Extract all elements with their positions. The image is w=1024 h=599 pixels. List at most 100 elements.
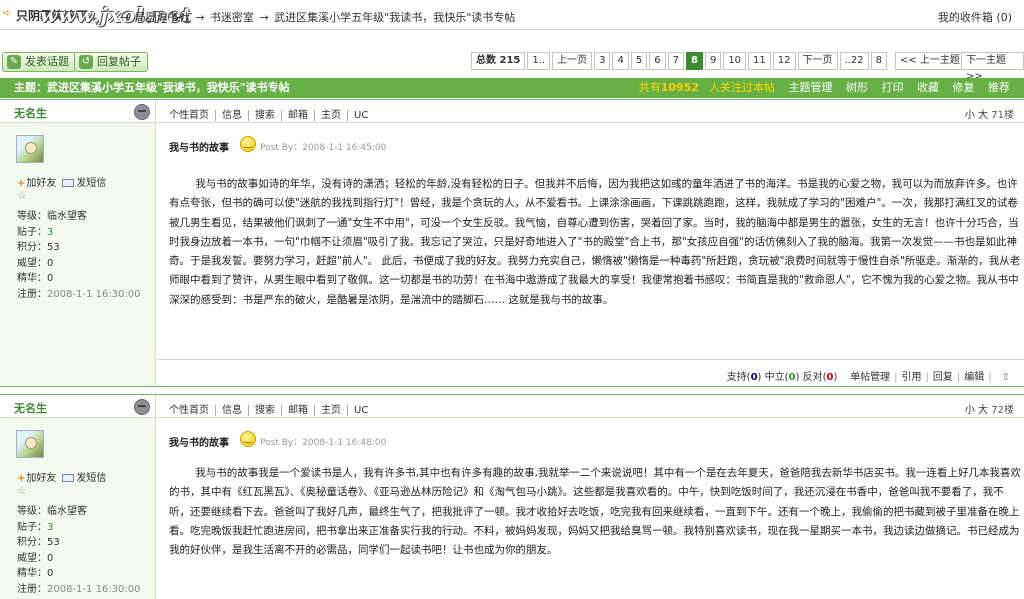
- font-size-toggle[interactable]: 小 大: [965, 401, 988, 416]
- send-message-link[interactable]: 发短信: [76, 178, 106, 189]
- reply-button[interactable]: ↺ 回复帖子: [74, 52, 148, 72]
- add-friend-link[interactable]: 加好友: [26, 473, 56, 484]
- pagination-item[interactable]: 8: [685, 52, 703, 70]
- smiley-icon: [240, 431, 256, 447]
- floor-number: 71楼: [991, 110, 1014, 121]
- post-content: 个性首页信息搜索邮箱主页UC 小 大 72楼 我与书的故事 Post By：20…: [157, 395, 1024, 599]
- breadcrumb: → 局圆淳书社 → 书迷密室 → 武进区集溪小学五年级"我读书，我快乐"读书专帖: [120, 9, 517, 25]
- pagination-item[interactable]: 9: [704, 52, 722, 70]
- next-topic-button[interactable]: 下一主题 >>: [961, 52, 1024, 82]
- breadcrumb-sep: →: [120, 11, 130, 24]
- print-link[interactable]: 打印: [882, 81, 904, 94]
- mailbox-link[interactable]: 邮箱: [282, 110, 315, 121]
- star-icon: ☆: [17, 189, 27, 202]
- author-posts-value: 3: [47, 226, 54, 238]
- pagination-item[interactable]: 3: [594, 52, 611, 70]
- neutral-label: 中立: [764, 372, 785, 383]
- pagination-item[interactable]: 下一页: [797, 52, 838, 70]
- profile-home-link[interactable]: 个性首页: [169, 405, 216, 416]
- new-topic-button[interactable]: ✎ 发表话题: [2, 52, 76, 72]
- author-points: 积分：53: [17, 537, 60, 548]
- pagination-item[interactable]: 1..: [527, 52, 551, 70]
- pagination-item[interactable]: 12: [772, 52, 796, 70]
- viewer-number: 10952: [660, 81, 699, 94]
- quote-link[interactable]: 引用: [901, 372, 921, 383]
- reply-link[interactable]: 回复: [933, 372, 953, 383]
- author-level: 等级：临水望客: [17, 506, 87, 517]
- oppose-link[interactable]: 反对(0): [803, 372, 838, 383]
- user-ops: 个性首页 信息 搜索 邮箱 主页 UC: [169, 106, 374, 121]
- post-body: 我与书的故事我是一个爱读书是人，我有许多书,其中也有许多有趣的故事,我就举一二个…: [169, 467, 1021, 557]
- recommend-link[interactable]: 推荐: [988, 81, 1010, 94]
- post-manage-link[interactable]: 单帖管理: [850, 372, 890, 383]
- neutral-count: 0: [788, 372, 796, 383]
- uc-link[interactable]: UC: [348, 405, 374, 416]
- repair-link[interactable]: 修复: [953, 81, 975, 94]
- author-panel: 无名生 +加好友 发短信 ☆ 等级：临水望客 贴子：3 积分：53 威望：0 精华…: [0, 395, 156, 599]
- mail-icon: [62, 474, 75, 482]
- author-stats: 等级：临水望客 贴子：3 积分：53 威望：0 精华：0 注册：2008-1-1…: [17, 209, 140, 302]
- viewer-count: 共有10952 人关注过本帖: [629, 81, 775, 94]
- post-72: 无名生 +加好友 发短信 ☆ 等级：临水望客 贴子：3 积分：53 威望：0 精华…: [0, 394, 1024, 599]
- pagination-item[interactable]: 6: [649, 52, 666, 70]
- back-to-top-icon[interactable]: ⇧: [1002, 372, 1010, 383]
- pagination-item[interactable]: ..22: [839, 52, 869, 70]
- author-name[interactable]: 无名生: [14, 105, 47, 121]
- plus-icon: +: [17, 178, 26, 189]
- author-prestige: 威望：0: [17, 552, 54, 564]
- vote-bar: 支持(0) 中立(0) 反对(0) 单帖管理 | 引用 | 回复 | 编辑 | ⇧: [727, 368, 1010, 383]
- topic-manage-link[interactable]: 主题管理: [789, 81, 833, 94]
- pagination-item[interactable]: 8: [870, 52, 887, 70]
- prev-topic-button[interactable]: << 上一主题: [895, 52, 965, 70]
- breadcrumb-item-forum[interactable]: 局圆淳书社: [135, 11, 190, 24]
- inbox-link[interactable]: 我的收件箱 (0): [938, 9, 1012, 25]
- info-link[interactable]: 信息: [216, 110, 249, 121]
- post-meta: Post By：2008-1-1 16:45:00: [260, 143, 387, 153]
- send-message-link[interactable]: 发短信: [76, 473, 106, 484]
- author-prestige: 威望：0: [17, 257, 54, 269]
- support-link[interactable]: 支持(0): [727, 372, 762, 383]
- pagination-item[interactable]: 5: [630, 52, 648, 70]
- pagination-item[interactable]: 7: [667, 52, 684, 70]
- pagination-item[interactable]: 11: [748, 52, 771, 70]
- profile-home-link[interactable]: 个性首页: [169, 110, 216, 121]
- post-title: 我与书的故事: [169, 143, 229, 154]
- search-link[interactable]: 搜索: [249, 110, 282, 121]
- tree-view-link[interactable]: 树形: [846, 81, 868, 94]
- offline-status-icon: [134, 399, 150, 415]
- author-registered-value: 2008-1-1 16:30:00: [47, 583, 141, 595]
- post-content: 个性首页信息搜索邮箱主页UC 小 大 71楼 我与书的故事 Post By：20…: [157, 100, 1024, 386]
- font-size-toggle[interactable]: 小 大: [965, 106, 988, 121]
- uc-link[interactable]: UC: [348, 110, 374, 121]
- author-registered-label: 注册：: [17, 288, 47, 300]
- author-name[interactable]: 无名生: [14, 400, 47, 416]
- neutral-link[interactable]: 中立(0): [765, 372, 800, 383]
- search-link[interactable]: 搜索: [249, 405, 282, 416]
- author-stats: 等级：临水望客 贴子：3 积分：53 威望：0 精华：0 注册：2008-1-1…: [17, 504, 140, 597]
- pagination-item[interactable]: 4: [612, 52, 629, 70]
- viewer-suffix: 人关注过本帖: [709, 81, 775, 94]
- info-link[interactable]: 信息: [216, 405, 249, 416]
- author-registered: 注册：2008-1-1 16:30:00: [17, 287, 140, 303]
- homepage-link[interactable]: 主页: [315, 405, 348, 416]
- homepage-link[interactable]: 主页: [315, 110, 348, 121]
- post-header: 个性首页 信息 搜索 邮箱 主页 UC 小 大 71楼: [157, 100, 1024, 123]
- mail-icon: [62, 179, 75, 187]
- add-friend-link[interactable]: 加好友: [26, 178, 56, 189]
- post-header: 个性首页 信息 搜索 邮箱 主页 UC 小 大 72楼: [157, 395, 1024, 418]
- oppose-count: 0: [826, 372, 834, 383]
- breadcrumb-sep: →: [259, 11, 269, 24]
- pagination-item[interactable]: 10: [723, 52, 747, 70]
- author-essence: 精华：0: [17, 273, 54, 284]
- breadcrumb-item-board[interactable]: 书迷密室: [210, 11, 254, 24]
- author-posts: 贴子：3: [17, 520, 140, 536]
- breadcrumb-bar: ➪ 只阴暴笑冷不 www.jxol.net → 局圆淳书社 → 书迷密室 → 武…: [0, 0, 1024, 30]
- post-meta: Post By：2008-1-1 16:48:00: [260, 438, 387, 448]
- author-level: 等级：临水望客: [17, 211, 87, 222]
- favorite-link[interactable]: 收藏: [917, 81, 939, 94]
- avatar[interactable]: [16, 135, 44, 163]
- mailbox-link[interactable]: 邮箱: [282, 405, 315, 416]
- pagination-item[interactable]: 上一页: [552, 52, 593, 70]
- edit-link[interactable]: 编辑: [964, 372, 984, 383]
- avatar[interactable]: [16, 430, 44, 458]
